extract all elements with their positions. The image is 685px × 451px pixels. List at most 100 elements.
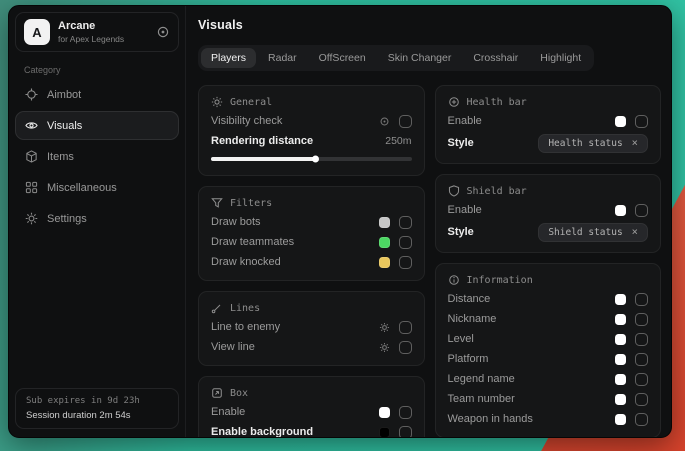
app-logo: A: [24, 19, 50, 45]
sidebar-item-settings[interactable]: Settings: [15, 204, 179, 233]
row-label: Rendering distance: [211, 135, 385, 147]
sidebar-item-visuals[interactable]: Visuals: [15, 111, 179, 140]
checkbox[interactable]: [635, 373, 648, 386]
setting-row: Draw knocked: [211, 252, 412, 272]
panel-health-bar: Health bar Enable Style Health status: [435, 85, 662, 164]
setting-row: Weapon in hands: [448, 409, 649, 429]
color-swatch[interactable]: [615, 116, 626, 127]
checkbox[interactable]: [399, 406, 412, 419]
clear-icon[interactable]: ×: [632, 227, 638, 238]
panel-title: Filters: [230, 198, 272, 209]
color-swatch[interactable]: [379, 427, 390, 438]
row-label: Enable: [448, 115, 616, 127]
row-label: Legend name: [448, 373, 616, 385]
checkbox[interactable]: [635, 333, 648, 346]
checkbox[interactable]: [635, 204, 648, 217]
panel-information: Information Distance Nickname Level: [435, 263, 662, 437]
row-label: View line: [211, 341, 379, 353]
checkbox[interactable]: [399, 115, 412, 128]
setting-row: Enable: [211, 402, 412, 422]
sidebar-item-label: Miscellaneous: [47, 182, 117, 194]
sidebar-item-aimbot[interactable]: Aimbot: [15, 80, 179, 109]
checkbox[interactable]: [399, 216, 412, 229]
checkbox[interactable]: [635, 313, 648, 326]
panel-title: General: [230, 97, 272, 108]
grid-icon: [25, 181, 38, 194]
health-style-select[interactable]: Health status ×: [538, 134, 648, 153]
setting-row: Level: [448, 329, 649, 349]
color-swatch[interactable]: [615, 294, 626, 305]
tab-highlight[interactable]: Highlight: [530, 48, 591, 68]
setting-row: Line to enemy: [211, 317, 412, 337]
tab-players[interactable]: Players: [201, 48, 256, 68]
panel-lines: Lines Line to enemy: [198, 291, 425, 366]
panel-title: Box: [230, 388, 248, 399]
row-label: Enable background: [211, 426, 379, 437]
setting-row: Draw bots: [211, 212, 412, 232]
panel-title: Health bar: [467, 97, 527, 108]
setting-row: Legend name: [448, 369, 649, 389]
setting-row: View line: [211, 337, 412, 357]
checkbox[interactable]: [399, 321, 412, 334]
color-swatch[interactable]: [615, 354, 626, 365]
panel-general: General Visibility check: [198, 85, 425, 176]
color-swatch[interactable]: [615, 334, 626, 345]
rendering-distance-slider[interactable]: [211, 154, 412, 164]
row-label: Weapon in hands: [448, 413, 616, 425]
gear-icon: [25, 212, 38, 225]
checkbox[interactable]: [635, 393, 648, 406]
row-label: Visibility check: [211, 115, 379, 127]
panel-title: Lines: [230, 303, 260, 314]
sidebar-item-miscellaneous[interactable]: Miscellaneous: [15, 173, 179, 202]
checkbox[interactable]: [635, 353, 648, 366]
checkbox[interactable]: [399, 426, 412, 438]
page-title: Visuals: [198, 18, 661, 32]
color-swatch[interactable]: [615, 394, 626, 405]
setting-row: Rendering distance 250m: [211, 131, 412, 151]
color-swatch[interactable]: [615, 314, 626, 325]
checkbox[interactable]: [635, 293, 648, 306]
tab-skin-changer[interactable]: Skin Changer: [378, 48, 462, 68]
info-icon: [448, 274, 460, 286]
slider-value: 250m: [385, 135, 411, 147]
eye-gear-icon[interactable]: [379, 116, 390, 127]
row-label: Draw teammates: [211, 236, 379, 248]
color-swatch[interactable]: [379, 237, 390, 248]
checkbox[interactable]: [399, 341, 412, 354]
sidebar-item-items[interactable]: Items: [15, 142, 179, 171]
color-swatch[interactable]: [615, 205, 626, 216]
shield-style-select[interactable]: Shield status ×: [538, 223, 648, 242]
setting-row: Enable: [448, 111, 649, 131]
checkbox[interactable]: [635, 413, 648, 426]
color-swatch[interactable]: [379, 407, 390, 418]
tab-bar: Players Radar OffScreen Skin Changer Cro…: [198, 45, 594, 71]
line-tool-icon: [211, 302, 223, 314]
crosshair-icon: [25, 88, 38, 101]
color-swatch[interactable]: [615, 414, 626, 425]
sidebar-item-label: Items: [47, 151, 74, 163]
slider-thumb[interactable]: [312, 155, 319, 162]
color-swatch[interactable]: [379, 217, 390, 228]
main-content: Visuals Players Radar OffScreen Skin Cha…: [186, 6, 671, 437]
setting-row: Draw teammates: [211, 232, 412, 252]
color-swatch[interactable]: [615, 374, 626, 385]
tab-crosshair[interactable]: Crosshair: [463, 48, 528, 68]
gear-icon[interactable]: [379, 342, 390, 353]
setting-row: Enable: [448, 200, 649, 220]
shield-icon: [448, 185, 460, 197]
row-label: Style: [448, 226, 539, 238]
panel-filters: Filters Draw bots Draw teammates: [198, 186, 425, 281]
app-title: Arcane: [58, 20, 124, 34]
row-label: Line to enemy: [211, 321, 379, 333]
color-swatch[interactable]: [379, 257, 390, 268]
tab-radar[interactable]: Radar: [258, 48, 307, 68]
clear-icon[interactable]: ×: [632, 138, 638, 149]
panel-shield-bar: Shield bar Enable Style Shield status: [435, 174, 662, 253]
checkbox[interactable]: [635, 115, 648, 128]
sidebar: A Arcane for Apex Legends Category Aimbo…: [9, 6, 186, 437]
target-icon[interactable]: [156, 25, 170, 39]
checkbox[interactable]: [399, 256, 412, 269]
gear-icon[interactable]: [379, 322, 390, 333]
tab-offscreen[interactable]: OffScreen: [309, 48, 376, 68]
checkbox[interactable]: [399, 236, 412, 249]
